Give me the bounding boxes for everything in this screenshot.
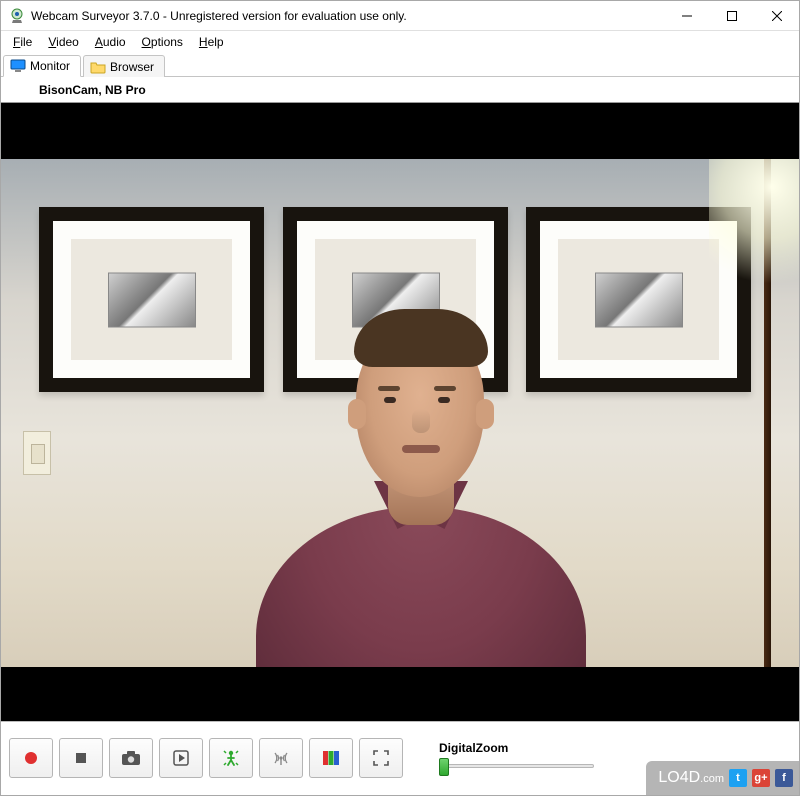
menubar: File Video Audio Options Help [1,31,799,53]
tab-monitor-label: Monitor [30,59,70,73]
menu-options[interactable]: Options [134,33,191,51]
digital-zoom-slider[interactable] [439,757,594,775]
snapshot-button[interactable] [109,738,153,778]
watermark-brand: LO4D.com [658,769,724,787]
close-button[interactable] [754,1,799,30]
titlebar: Webcam Surveyor 3.7.0 - Unregistered ver… [1,1,799,31]
video-adjustments-button[interactable] [309,738,353,778]
lamp [764,159,771,667]
folder-icon [90,59,106,75]
digital-zoom-label: DigitalZoom [439,741,594,755]
person [256,327,586,667]
video-preview [1,103,799,721]
minimize-button[interactable] [664,1,709,30]
monitor-icon [10,58,26,74]
window-controls [664,1,799,30]
menu-help[interactable]: Help [191,33,232,51]
site-watermark: LO4D.com t g+ f [646,761,799,795]
fullscreen-button[interactable] [359,738,403,778]
light-switch [23,431,51,475]
menu-file[interactable]: File [5,33,40,51]
slider-thumb[interactable] [439,758,449,776]
app-icon [9,8,25,24]
webcam-frame [1,159,799,667]
wall-frame-1 [39,207,264,392]
menu-video[interactable]: Video [40,33,86,51]
tab-monitor[interactable]: Monitor [3,55,81,77]
facebook-icon[interactable]: f [775,769,793,787]
maximize-button[interactable] [709,1,754,30]
tabbar: Monitor Browser [1,53,799,77]
digital-zoom-group: DigitalZoom [439,741,594,775]
google-plus-icon[interactable]: g+ [752,769,770,787]
menu-audio[interactable]: Audio [87,33,134,51]
record-button[interactable] [9,738,53,778]
stop-button[interactable] [59,738,103,778]
motion-detection-button[interactable] [209,738,253,778]
broadcast-button[interactable] [259,738,303,778]
tab-browser-label: Browser [110,60,154,74]
play-button[interactable] [159,738,203,778]
twitter-icon[interactable]: t [729,769,747,787]
camera-name-label: BisonCam, NB Pro [1,77,799,103]
window-title: Webcam Surveyor 3.7.0 - Unregistered ver… [31,9,664,23]
tab-browser[interactable]: Browser [83,55,165,77]
